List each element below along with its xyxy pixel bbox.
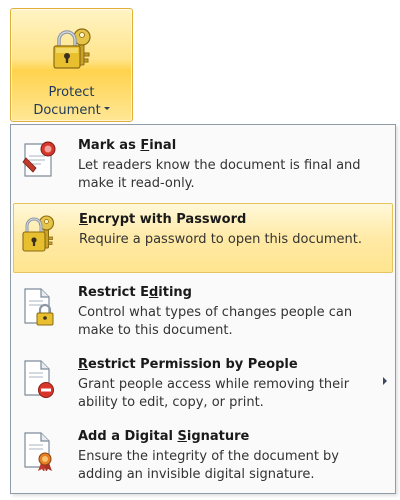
document-award-ribbon-icon: [24, 432, 52, 471]
menu-item-description: Let readers know the document is final a…: [78, 158, 361, 191]
protect-document-menu: Mark as Final Let readers know the docum…: [10, 124, 396, 494]
menu-item-title: Restrict Editing: [78, 285, 192, 300]
menu-item-title: Encrypt with Password: [79, 212, 246, 227]
accelerator-key: F: [140, 138, 150, 153]
accelerator-key: d: [148, 285, 159, 300]
menu-item-restrict-permission-by-people[interactable]: Restrict Permission by People Grant peop…: [13, 349, 393, 419]
accelerator-key: E: [79, 212, 88, 227]
title-text: Mark as: [78, 138, 141, 153]
menu-item-description: Require a password to open this document…: [79, 232, 363, 247]
menu-item-add-digital-signature[interactable]: Add a Digital Signature Ensure the integ…: [13, 421, 393, 491]
title-text: ignature: [186, 429, 250, 444]
menu-item-description: Ensure the integrity of the document by …: [78, 449, 339, 482]
protect-document-button[interactable]: Protect Document: [10, 8, 133, 122]
document-no-entry-icon: [24, 360, 54, 398]
title-text: iting: [158, 285, 192, 300]
title-text: inal: [149, 138, 177, 153]
title-text: ncrypt with Password: [87, 212, 247, 227]
menu-item-title: Mark as Final: [78, 138, 176, 153]
protect-label-line1: Protect: [48, 85, 95, 100]
lock-with-key-icon: [22, 215, 55, 252]
menu-item-description: Control what types of changes people can…: [78, 305, 353, 338]
menu-item-mark-as-final[interactable]: Mark as Final Let readers know the docum…: [13, 130, 393, 200]
protect-document-ui: Protect Document Mark as Final Let reade…: [0, 0, 400, 500]
menu-item-restrict-editing[interactable]: Restrict Editing Control what types of c…: [13, 277, 393, 347]
title-text: estrict Permission by People: [88, 357, 298, 372]
menu-item-description: Grant people access while removing their…: [78, 377, 350, 410]
lock-with-key-icon: [53, 28, 91, 69]
document-ribbon-seal-icon: [22, 141, 56, 177]
chevron-down-icon: [103, 107, 110, 110]
menu-item-title: Restrict Permission by People: [78, 357, 298, 372]
title-text: Restrict E: [78, 285, 149, 300]
document-padlock-icon: [24, 288, 54, 326]
chevron-right-icon: [383, 377, 387, 385]
accelerator-key: S: [177, 429, 187, 444]
protect-label-text: Document: [33, 103, 101, 118]
title-text: Add a Digital: [78, 429, 178, 444]
menu-item-encrypt-with-password[interactable]: Encrypt with Password Require a password…: [13, 203, 393, 273]
protect-label-line2: Document: [11, 103, 132, 119]
accelerator-key: R: [78, 357, 89, 372]
menu-item-title: Add a Digital Signature: [78, 429, 249, 444]
